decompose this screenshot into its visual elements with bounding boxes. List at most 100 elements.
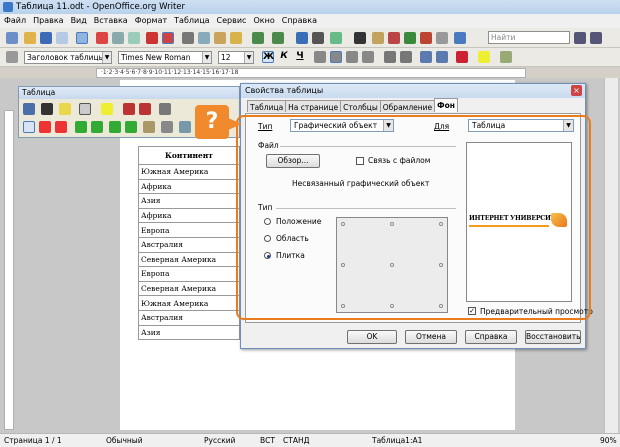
datasources-icon[interactable] [404,32,416,44]
table-cell[interactable]: Южная Америка [138,164,240,180]
table-cell[interactable]: Северная Америка [138,280,240,297]
nonprinting-chars-icon[interactable] [420,32,432,44]
menu-window[interactable]: Окно [253,16,274,28]
autoformat-icon[interactable] [143,121,155,133]
ok-button[interactable]: OK [347,330,397,344]
menu-edit[interactable]: Правка [33,16,63,28]
show-draw-icon[interactable] [330,32,342,44]
table-background-icon[interactable] [101,103,113,115]
align-center-icon[interactable] [330,51,342,63]
save-icon[interactable] [40,32,52,44]
copy-icon[interactable] [198,32,210,44]
menu-file[interactable]: Файл [4,16,26,28]
export-pdf-icon[interactable] [96,32,108,44]
vertical-ruler[interactable] [4,110,14,430]
clone-format-icon[interactable] [230,32,242,44]
line-style-icon[interactable] [41,103,53,115]
find-input[interactable]: Найти [488,31,570,44]
redo-icon[interactable] [272,32,284,44]
new-document-icon[interactable] [6,32,18,44]
font-color-icon[interactable] [456,51,468,63]
underline-button[interactable]: Ч [294,51,306,63]
menu-tools[interactable]: Сервис [217,16,247,28]
italic-button[interactable]: К [278,51,290,63]
preview-icon[interactable] [128,32,140,44]
sort-icon[interactable] [179,121,191,133]
menu-view[interactable]: Вид [71,16,87,28]
tab-text-flow[interactable]: На странице [285,100,342,112]
menu-insert[interactable]: Вставка [94,16,128,28]
help-button[interactable]: Справка [465,330,517,344]
status-insert-mode[interactable]: ВСТ [260,436,275,445]
table-cell[interactable]: Африка [138,178,240,195]
justify-icon[interactable] [362,51,374,63]
find-replace-icon[interactable] [354,32,366,44]
find-next-icon[interactable] [574,32,586,44]
tab-table[interactable]: Таблица [247,100,287,112]
cancel-button[interactable]: Отмена [405,330,457,344]
vertical-scrollbar[interactable] [604,78,618,433]
help-icon[interactable] [454,32,466,44]
table-cell[interactable]: Африка [138,207,240,224]
table-cell[interactable]: Азия [138,324,240,341]
paste-icon[interactable] [214,32,226,44]
paragraph-style-select[interactable]: Заголовок таблицы ▼ [24,51,112,64]
split-cells-icon[interactable] [139,103,151,115]
delete-column-icon[interactable] [125,121,137,133]
table-cell[interactable]: Азия [138,193,240,209]
numbering-icon[interactable] [384,51,396,63]
align-top-icon[interactable] [23,121,35,133]
table-cell[interactable]: Австралия [138,236,240,253]
open-icon[interactable] [24,32,36,44]
table-cell[interactable]: Северная Америка [138,251,240,268]
align-left-icon[interactable] [314,51,326,63]
decrease-indent-icon[interactable] [420,51,432,63]
print-icon[interactable] [112,32,124,44]
status-selection-mode[interactable]: СТАНД [283,436,309,445]
bullets-icon[interactable] [400,51,412,63]
hyperlink-icon[interactable] [296,32,308,44]
center-vertical-icon[interactable] [39,121,51,133]
tab-background[interactable]: Фон [434,98,458,112]
spellcheck-icon[interactable] [146,32,158,44]
table-cell[interactable]: Австралия [138,309,240,326]
email-icon[interactable] [56,32,68,44]
menu-format[interactable]: Формат [135,16,167,28]
reset-button[interactable]: Восстановить [525,330,581,344]
table-cell[interactable]: Южная Америка [138,295,240,311]
undo-icon[interactable] [252,32,264,44]
table-cell[interactable]: Европа [138,266,240,282]
table-properties-icon[interactable] [161,121,173,133]
gallery-icon[interactable] [388,32,400,44]
table-cell[interactable]: Европа [138,222,240,238]
table-header-cell[interactable]: Континент [138,146,240,165]
increase-indent-icon[interactable] [436,51,448,63]
insert-table-icon[interactable] [23,103,35,115]
styles-icon[interactable] [6,51,18,63]
align-right-icon[interactable] [346,51,358,63]
close-icon[interactable]: × [571,85,582,96]
background-color-icon[interactable] [500,51,512,63]
edit-mode-icon[interactable] [76,32,88,44]
merge-cells-icon[interactable] [123,103,135,115]
autospell-icon[interactable] [162,32,174,44]
border-color-icon[interactable] [59,103,71,115]
bold-button[interactable]: Ж [262,51,274,63]
menu-help[interactable]: Справка [282,16,317,28]
cut-icon[interactable] [182,32,194,44]
tab-borders[interactable]: Обрамление [379,100,436,112]
table-icon[interactable] [312,32,324,44]
align-bottom-icon[interactable] [55,121,67,133]
insert-row-icon[interactable] [75,121,87,133]
zoom-icon[interactable] [436,32,448,44]
insert-column-icon[interactable] [91,121,103,133]
font-name-select[interactable]: Times New Roman ▼ [118,51,212,64]
tab-columns[interactable]: Столбцы [340,100,381,112]
menu-table[interactable]: Таблица [174,16,209,28]
borders-icon[interactable] [79,103,91,115]
highlight-icon[interactable] [478,51,490,63]
optimize-icon[interactable] [159,103,171,115]
find-prev-icon[interactable] [590,32,602,44]
font-size-select[interactable]: 12 ▼ [218,51,254,64]
navigator-icon[interactable] [372,32,384,44]
